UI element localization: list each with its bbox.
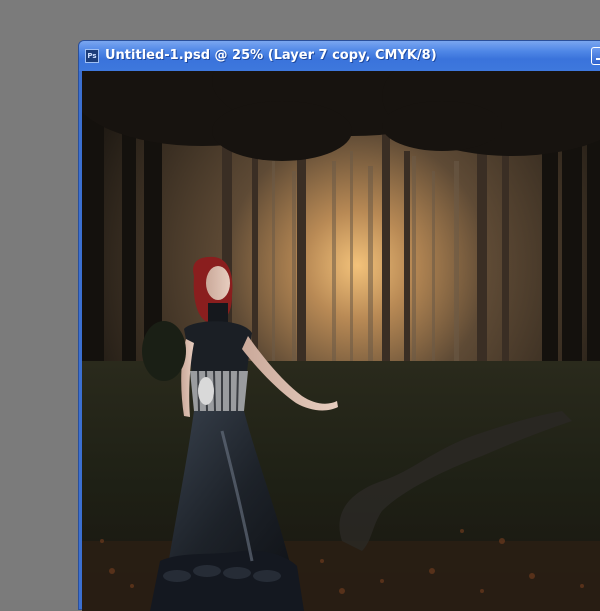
canvas-image <box>82 71 600 611</box>
photoshop-doc-icon: Ps <box>85 49 99 63</box>
dark-bush <box>142 321 186 381</box>
document-canvas[interactable] <box>82 71 600 611</box>
minimize-icon <box>596 58 600 60</box>
photoshop-workspace: Ps Untitled-1.psd @ 25% (Layer 7 copy, C… <box>0 0 600 611</box>
minimize-button[interactable] <box>591 47 600 65</box>
document-title-bar[interactable]: Ps Untitled-1.psd @ 25% (Layer 7 copy, C… <box>79 41 600 71</box>
document-window[interactable]: Ps Untitled-1.psd @ 25% (Layer 7 copy, C… <box>78 40 600 611</box>
document-title: Untitled-1.psd @ 25% (Layer 7 copy, CMYK… <box>105 48 437 63</box>
